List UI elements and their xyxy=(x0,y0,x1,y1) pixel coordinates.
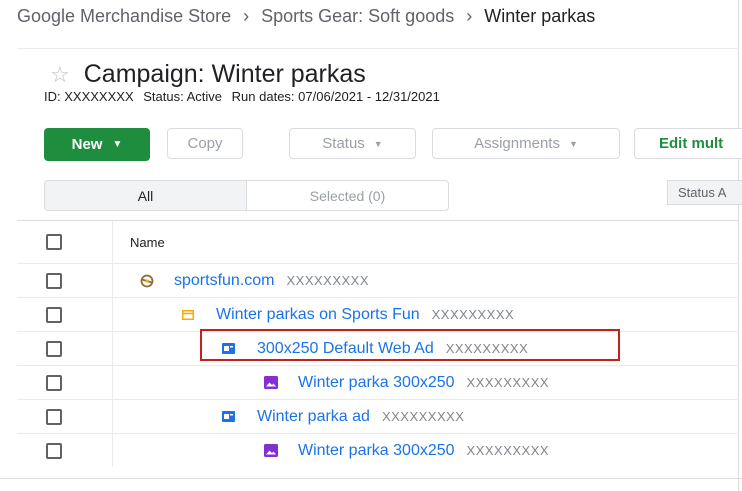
copy-button[interactable]: Copy xyxy=(167,128,243,159)
breadcrumb-item-advertiser[interactable]: Sports Gear: Soft goods xyxy=(261,6,454,27)
row-checkbox[interactable] xyxy=(46,408,62,425)
row-id: XXXXXXXXX xyxy=(431,307,515,322)
row-name-link[interactable]: sportsfun.com xyxy=(174,272,274,290)
new-button[interactable]: New ▼ xyxy=(44,128,150,161)
header-divider xyxy=(17,48,739,49)
caret-down-icon: ▼ xyxy=(373,138,383,149)
row-checkbox[interactable] xyxy=(46,340,62,357)
name-cell: Winter parka ad XXXXXXXXX xyxy=(222,400,464,433)
status-dropdown-label: Status xyxy=(322,135,365,152)
run-dates-value: 07/06/2021 - 12/31/2021 xyxy=(298,89,440,104)
column-divider xyxy=(112,332,113,365)
run-dates-label: Run dates: xyxy=(231,89,295,104)
breadcrumb: Google Merchandise Store › Sports Gear: … xyxy=(17,5,595,27)
row-name-link[interactable]: Winter parka 300x250 xyxy=(298,442,455,460)
assignments-dropdown[interactable]: Assignments ▼ xyxy=(432,128,620,159)
table-row: 300x250 Default Web Ad XXXXXXXXX xyxy=(17,331,739,365)
copy-button-label: Copy xyxy=(187,135,223,152)
view-filter-toggle: All Selected (0) xyxy=(44,180,449,211)
table-row: Winter parka 300x250 XXXXXXXXX xyxy=(17,433,739,467)
placement-folder-icon xyxy=(182,309,194,320)
table-row: Winter parka ad XXXXXXXXX xyxy=(17,399,739,433)
name-cell: Winter parka 300x250 XXXXXXXXX xyxy=(264,366,549,399)
column-divider xyxy=(112,366,113,399)
chevron-right-icon: › xyxy=(466,5,473,26)
creative-image-icon xyxy=(264,376,278,389)
status-filter-chip[interactable]: Status A xyxy=(667,180,742,205)
filter-all-tab[interactable]: All xyxy=(45,181,247,210)
breadcrumb-item-campaign: Winter parkas xyxy=(484,5,596,26)
breadcrumb-item-account[interactable]: Google Merchandise Store xyxy=(17,6,231,27)
row-id: XXXXXXXXX xyxy=(381,409,465,424)
row-id: XXXXXXXXX xyxy=(466,443,550,458)
table-row: Winter parka 300x250 XXXXXXXXX xyxy=(17,365,739,399)
star-icon[interactable]: ☆ xyxy=(50,63,70,86)
row-checkbox[interactable] xyxy=(46,272,62,289)
ad-icon xyxy=(222,343,235,354)
id-label: ID: xyxy=(44,89,61,104)
filter-selected-label: Selected (0) xyxy=(309,187,386,204)
row-id: XXXXXXXXX xyxy=(466,375,550,390)
caret-down-icon: ▼ xyxy=(568,138,578,149)
filter-selected-tab[interactable]: Selected (0) xyxy=(247,181,448,210)
filter-all-label: All xyxy=(137,187,154,204)
table-row: Winter parkas on Sports Fun XXXXXXXXX xyxy=(17,297,739,331)
row-checkbox[interactable] xyxy=(46,306,62,323)
name-cell: Winter parkas on Sports Fun XXXXXXXXX xyxy=(182,298,514,331)
caret-down-icon: ▼ xyxy=(112,139,123,150)
status-dropdown[interactable]: Status ▼ xyxy=(289,128,416,159)
edit-multiple-button-label: Edit mult xyxy=(659,135,724,152)
column-divider xyxy=(112,400,113,433)
name-cell: sportsfun.com XXXXXXXXX xyxy=(140,264,369,297)
row-checkbox[interactable] xyxy=(46,442,62,459)
table-header-row: Name xyxy=(17,220,739,263)
name-cell: 300x250 Default Web Ad XXXXXXXXX xyxy=(222,332,528,365)
title-row: ☆ Campaign: Winter parkas xyxy=(50,60,366,89)
status-value: Active xyxy=(186,89,223,104)
ad-icon xyxy=(222,411,235,422)
site-icon xyxy=(140,274,154,287)
row-name-link[interactable]: 300x250 Default Web Ad xyxy=(257,340,434,358)
row-id: XXXXXXXXX xyxy=(286,273,370,288)
campaign-meta: ID: XXXXXXXX Status: Active Run dates: 0… xyxy=(44,89,446,104)
column-divider xyxy=(112,221,113,263)
status-label: Status: xyxy=(143,89,184,104)
chevron-right-icon: › xyxy=(243,5,250,26)
new-button-label: New xyxy=(71,136,103,153)
table-row: sportsfun.com XXXXXXXXX xyxy=(17,263,739,297)
row-name-link[interactable]: Winter parka 300x250 xyxy=(298,374,455,392)
column-divider xyxy=(112,264,113,297)
row-name-link[interactable]: Winter parkas on Sports Fun xyxy=(216,306,420,324)
edit-multiple-button[interactable]: Edit mult xyxy=(634,128,742,159)
row-checkbox[interactable] xyxy=(46,374,62,391)
row-name-link[interactable]: Winter parka ad xyxy=(257,408,370,426)
column-divider xyxy=(112,434,113,467)
frame-border-bottom xyxy=(0,478,742,479)
name-column-header[interactable]: Name xyxy=(130,235,165,250)
select-all-checkbox[interactable] xyxy=(46,234,62,250)
creative-image-icon xyxy=(264,444,278,457)
row-id: XXXXXXXXX xyxy=(445,341,529,356)
column-divider xyxy=(112,298,113,331)
id-value: XXXXXXXX xyxy=(64,89,134,104)
assignments-dropdown-label: Assignments xyxy=(474,135,560,152)
name-cell: Winter parka 300x250 XXXXXXXXX xyxy=(264,434,549,467)
page-title: Campaign: Winter parkas xyxy=(83,60,366,88)
entity-table: Name sportsfun.com XXXXXXXXX Winter park… xyxy=(17,220,739,467)
